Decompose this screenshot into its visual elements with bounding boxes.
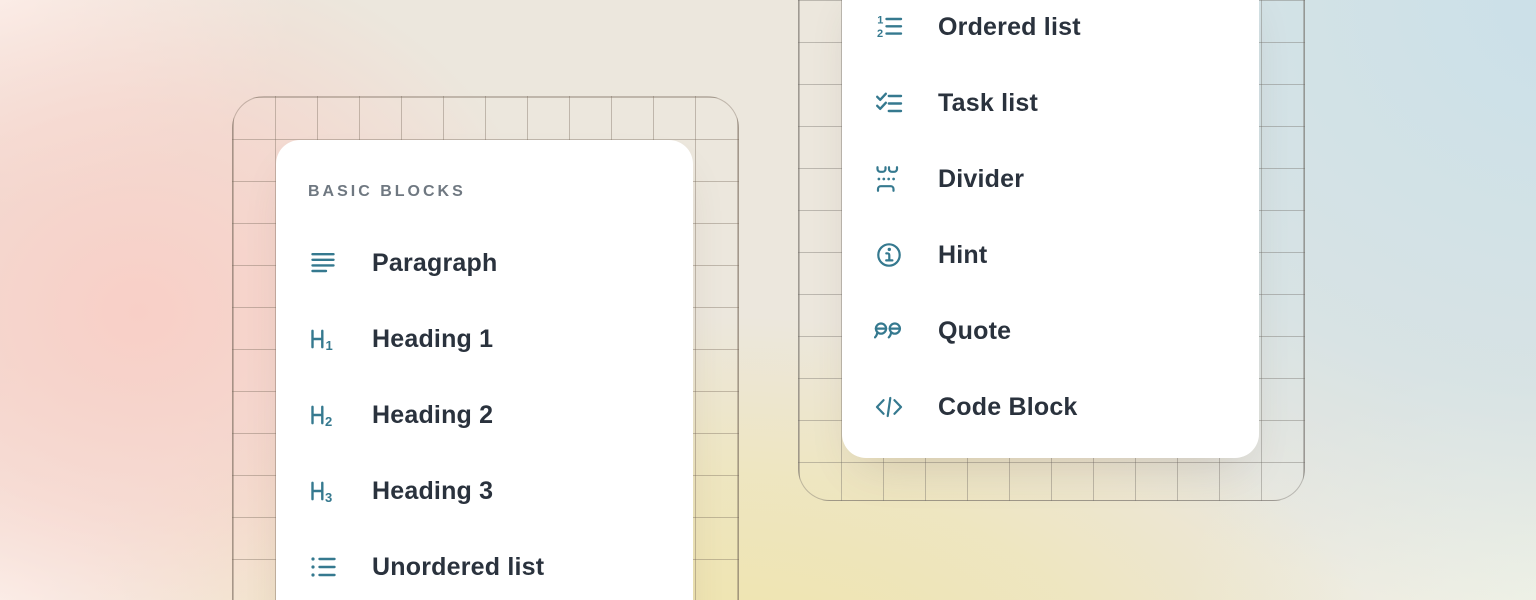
svg-text:3: 3: [325, 490, 332, 505]
menu-item-label: Divider: [938, 165, 1024, 194]
task-list-icon: [874, 88, 904, 118]
menu-item-label: Heading 2: [372, 401, 493, 430]
heading-2-icon: 2: [308, 400, 338, 430]
svg-text:2: 2: [877, 28, 883, 40]
basic-blocks-menu: BASIC BLOCKS Paragraph 1 Heading 1 2 Hea…: [276, 140, 693, 600]
menu-item-heading-2[interactable]: 2 Heading 2: [308, 392, 661, 438]
menu-item-code-block[interactable]: Code Block: [874, 384, 1227, 430]
menu-item-label: Task list: [938, 89, 1038, 118]
menu-item-label: Heading 1: [372, 325, 493, 354]
menu-item-divider[interactable]: Divider: [874, 156, 1227, 202]
menu-item-label: Code Block: [938, 393, 1078, 422]
menu-item-heading-3[interactable]: 3 Heading 3: [308, 468, 661, 514]
svg-text:1: 1: [326, 338, 333, 353]
menu-item-label: Paragraph: [372, 249, 497, 278]
unordered-list-icon: [308, 552, 338, 582]
menu-item-label: Hint: [938, 241, 987, 270]
menu-item-label: Heading 3: [372, 477, 493, 506]
menu-item-label: Quote: [938, 317, 1011, 346]
ordered-list-icon: 12: [874, 12, 904, 42]
menu-item-paragraph[interactable]: Paragraph: [308, 240, 661, 286]
hint-icon: [874, 240, 904, 270]
menu-item-hint[interactable]: Hint: [874, 232, 1227, 278]
heading-3-icon: 3: [308, 476, 338, 506]
menu-item-label: Unordered list: [372, 553, 544, 582]
menu-item-unordered-list[interactable]: Unordered list: [308, 544, 661, 590]
divider-icon: [874, 164, 904, 194]
svg-text:2: 2: [325, 414, 332, 429]
quote-icon: [874, 316, 904, 346]
menu-item-ordered-list[interactable]: 12 Ordered list: [874, 4, 1227, 50]
page-background: BASIC BLOCKS Paragraph 1 Heading 1 2 Hea…: [0, 0, 1536, 600]
paragraph-icon: [308, 248, 338, 278]
menu-item-quote[interactable]: Quote: [874, 308, 1227, 354]
menu-section-title: BASIC BLOCKS: [308, 176, 661, 208]
svg-text:1: 1: [877, 15, 883, 27]
menu-item-label: Ordered list: [938, 13, 1081, 42]
menu-item-task-list[interactable]: Task list: [874, 80, 1227, 126]
blocks-menu-continued: 12 Ordered list Task list Divider Hint: [842, 0, 1259, 458]
menu-item-heading-1[interactable]: 1 Heading 1: [308, 316, 661, 362]
heading-1-icon: 1: [308, 324, 338, 354]
code-block-icon: [874, 392, 904, 422]
